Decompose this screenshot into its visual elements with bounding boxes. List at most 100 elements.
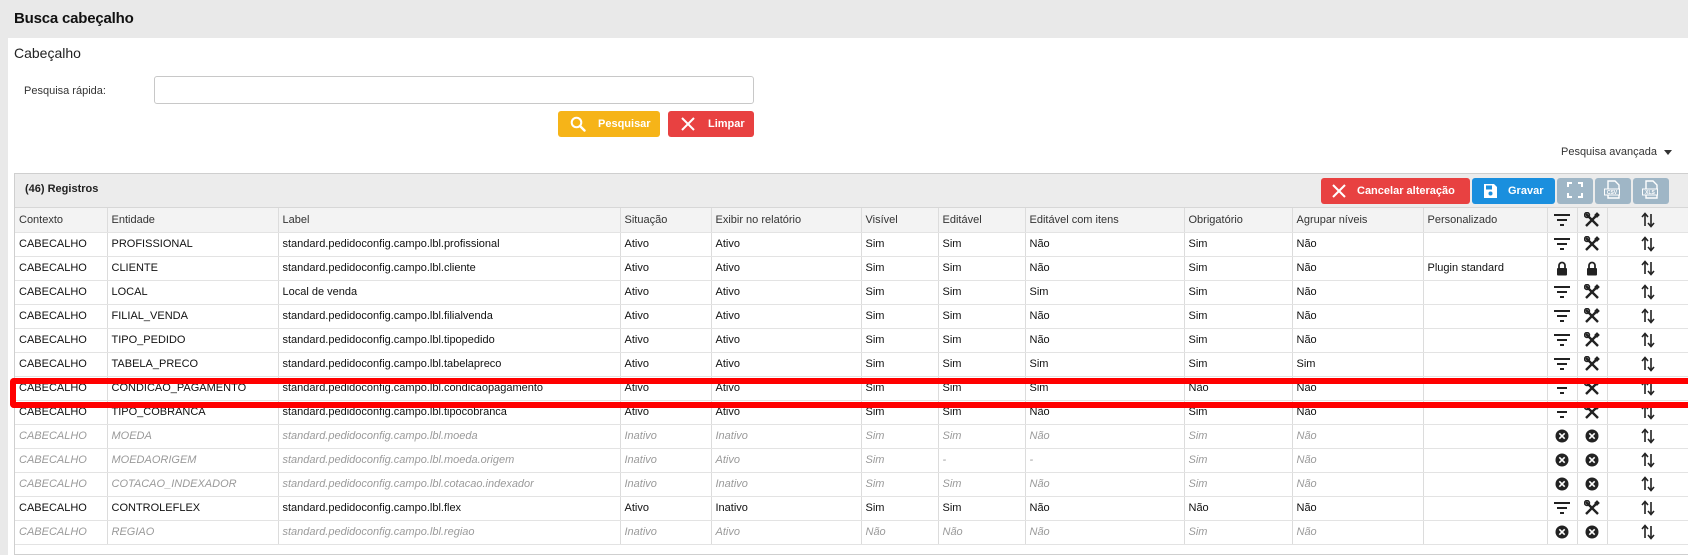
table-cell: CABECALHO [15, 376, 108, 401]
table-row[interactable]: CABECALHO COTACAO_INDEXADOR standard.pedid… [15, 472, 1688, 497]
table-row[interactable]: CABECALHO REGIAO standard.pedidoconfig.cam… [15, 520, 1688, 545]
sort-icon[interactable] [1641, 524, 1655, 540]
remove-icon[interactable] [1555, 453, 1569, 467]
tools-icon[interactable] [1584, 404, 1600, 420]
save-button[interactable]: Gravar [1472, 178, 1555, 204]
table-row[interactable]: CABECALHO CONDICAO_PAGAMENTO standard.pedi… [15, 376, 1688, 401]
column-header[interactable]: Editável [938, 208, 1026, 233]
table-cell: - [938, 448, 1026, 473]
table-row[interactable]: CABECALHO MOEDA standard.pedidoconfig.camp… [15, 424, 1688, 449]
filter-icon[interactable] [1554, 501, 1570, 515]
column-header[interactable]: Exibir no relatório [711, 208, 862, 233]
column-header[interactable]: Agrupar níveis [1292, 208, 1424, 233]
row-action-cell [1577, 424, 1608, 449]
remove-icon[interactable] [1555, 525, 1569, 539]
lock-icon[interactable] [1586, 261, 1598, 276]
table-row[interactable]: CABECALHO TIPO_PEDIDO standard.pedidoconfi… [15, 328, 1688, 353]
row-action-cell [1607, 400, 1688, 425]
filter-icon[interactable] [1554, 237, 1570, 251]
table-row[interactable]: CABECALHO LOCAL Local de venda Ativo Ativo Si… [15, 280, 1688, 305]
tools-icon[interactable] [1584, 308, 1600, 324]
export-xls-button[interactable]: XLS [1633, 178, 1669, 204]
table-cell: Não [1292, 520, 1424, 545]
column-header[interactable]: Obrigatório [1184, 208, 1293, 233]
remove-icon[interactable] [1585, 429, 1599, 443]
filter-icon[interactable] [1554, 333, 1570, 347]
table-row[interactable]: CABECALHO FILIAL_VENDA standard.pedidoconf… [15, 304, 1688, 329]
row-action-cell [1607, 304, 1688, 329]
filter-icon[interactable] [1554, 405, 1570, 419]
table-row[interactable]: CABECALHO MOEDAORIGEM standard.pedidoconfi… [15, 448, 1688, 473]
filter-icon[interactable] [1554, 285, 1570, 299]
advanced-search-toggle[interactable]: Pesquisa avançada [1561, 146, 1672, 158]
sort-icon[interactable] [1641, 260, 1655, 276]
filter-icon[interactable] [1554, 213, 1570, 227]
tools-icon[interactable] [1584, 332, 1600, 348]
clear-button[interactable]: Limpar [668, 111, 754, 137]
column-header[interactable]: Contexto [15, 208, 108, 233]
sort-icon[interactable] [1641, 284, 1655, 300]
table-cell: CABECALHO [15, 304, 108, 329]
table-row[interactable]: CABECALHO CLIENTE standard.pedidoconfig.ca… [15, 256, 1688, 281]
table-cell: Inativo [620, 424, 712, 449]
sort-icon[interactable] [1641, 236, 1655, 252]
tools-icon[interactable] [1584, 284, 1600, 300]
sort-icon[interactable] [1641, 380, 1655, 396]
table-row[interactable]: CABECALHO TABELA_PRECO standard.pedidoconf… [15, 352, 1688, 377]
tools-icon[interactable] [1584, 500, 1600, 516]
column-header[interactable]: Situação [620, 208, 712, 233]
column-header[interactable]: Entidade [107, 208, 279, 233]
remove-icon[interactable] [1585, 477, 1599, 491]
search-button[interactable]: Pesquisar [558, 111, 660, 137]
column-header[interactable]: Visível [861, 208, 939, 233]
table-cell: Sim [938, 304, 1026, 329]
filter-icon[interactable] [1554, 309, 1570, 323]
table-cell: Não [1292, 376, 1424, 401]
column-header[interactable]: Label [278, 208, 621, 233]
table-cell: COTACAO_INDEXADOR [107, 472, 279, 497]
table-cell: standard.pedidoconfig.campo.lbl.moeda.or… [278, 448, 621, 473]
remove-icon[interactable] [1555, 477, 1569, 491]
filter-icon[interactable] [1554, 381, 1570, 395]
sort-icon[interactable] [1641, 356, 1655, 372]
table-cell: Sim [938, 352, 1026, 377]
table-cell: Sim [938, 256, 1026, 281]
row-action-cell [1607, 520, 1688, 545]
column-header[interactable]: Personalizado [1423, 208, 1548, 233]
quick-search-input[interactable] [154, 76, 754, 104]
sort-icon[interactable] [1641, 428, 1655, 444]
cancel-changes-button[interactable]: Cancelar alteração [1321, 178, 1470, 204]
export-csv-button[interactable]: CSV [1595, 178, 1631, 204]
remove-icon[interactable] [1585, 525, 1599, 539]
column-header[interactable]: Editável com itens [1025, 208, 1185, 233]
table-cell: Ativo [711, 376, 862, 401]
fullscreen-button[interactable] [1557, 178, 1593, 204]
table-cell: Sim [938, 232, 1026, 257]
tools-icon[interactable] [1584, 236, 1600, 252]
remove-icon[interactable] [1585, 453, 1599, 467]
table-cell: Sim [1292, 352, 1424, 377]
table-cell: Sim [861, 400, 939, 425]
tools-icon[interactable] [1584, 380, 1600, 396]
sort-icon[interactable] [1641, 500, 1655, 516]
tools-icon[interactable] [1584, 356, 1600, 372]
tools-icon[interactable] [1584, 211, 1600, 228]
table-cell: CABECALHO [15, 328, 108, 353]
table-body: CABECALHO PROFISSIONAL standard.pedidoconf… [15, 232, 1688, 545]
sort-icon[interactable] [1641, 332, 1655, 348]
lock-icon[interactable] [1556, 261, 1568, 276]
table-cell: Ativo [620, 328, 712, 353]
sort-icon[interactable] [1641, 404, 1655, 420]
remove-icon[interactable] [1555, 429, 1569, 443]
table-cell: Ativo [711, 232, 862, 257]
sort-icon[interactable] [1641, 212, 1655, 228]
sort-icon[interactable] [1641, 452, 1655, 468]
table-row[interactable]: CABECALHO PROFISSIONAL standard.pedidoconf… [15, 232, 1688, 257]
sort-icon[interactable] [1641, 308, 1655, 324]
table-row[interactable]: CABECALHO CONTROLEFLEX standard.pedidoconf… [15, 496, 1688, 521]
filter-icon[interactable] [1554, 357, 1570, 371]
sort-icon[interactable] [1641, 476, 1655, 492]
table-row[interactable]: CABECALHO TIPO_COBRANCA standard.pedidocon… [15, 400, 1688, 425]
table-cell: Sim [1184, 280, 1293, 305]
page-title: Busca cabeçalho [14, 10, 134, 27]
